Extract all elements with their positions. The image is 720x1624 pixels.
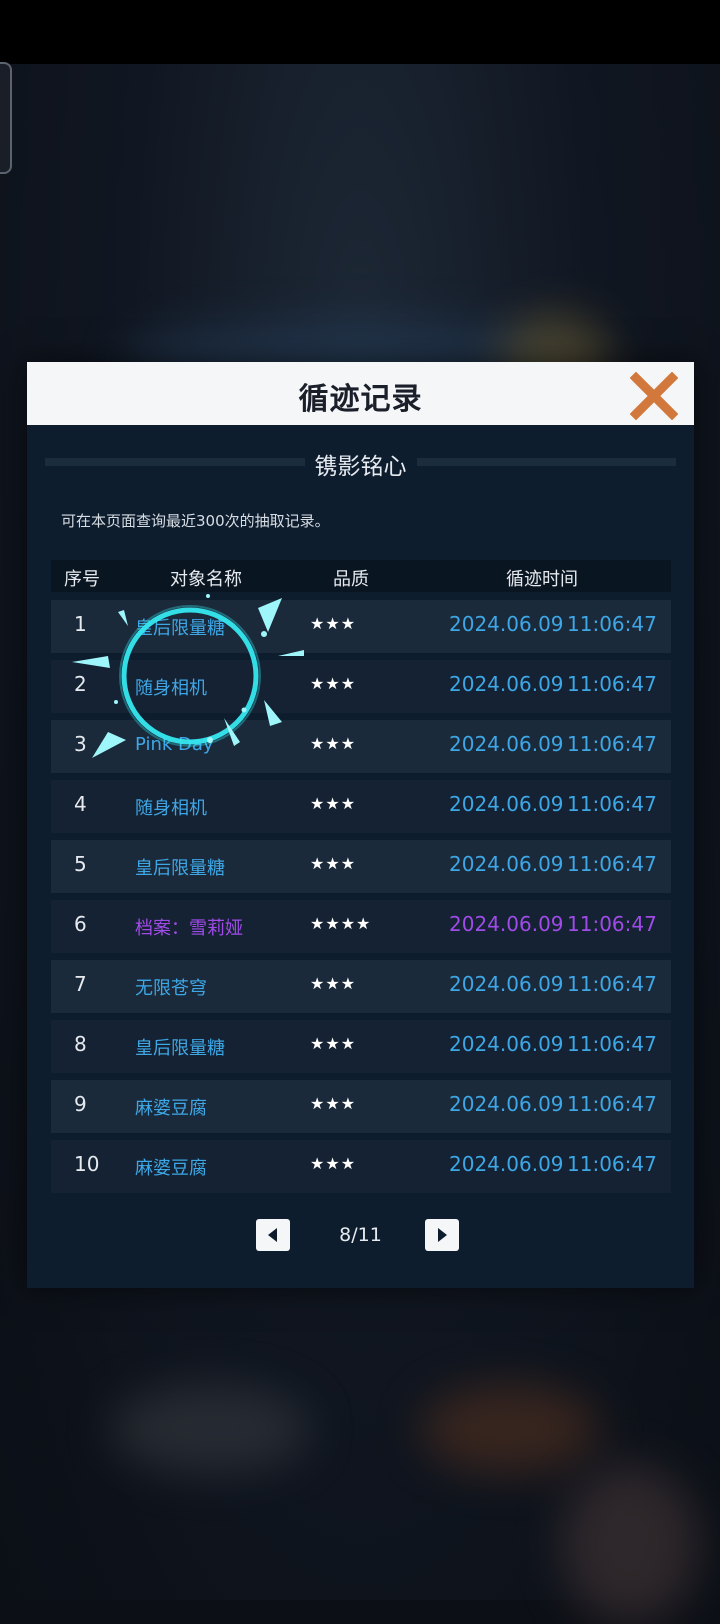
row-number: 10 xyxy=(74,1152,100,1176)
record-date: 2024.06.09 xyxy=(449,732,564,756)
next-page-button[interactable] xyxy=(425,1219,459,1251)
record-time: 11:06:47 xyxy=(567,612,657,636)
item-name: Pink Day xyxy=(135,734,214,755)
table-row: 1 皇后限量糖 ★★★ 2024.06.09 11:06:47 xyxy=(51,600,671,653)
row-number: 1 xyxy=(74,612,87,636)
record-time: 11:06:47 xyxy=(567,1152,657,1176)
record-time: 11:06:47 xyxy=(567,912,657,936)
quality-stars: ★★★ xyxy=(310,614,357,633)
dialog-header: 循迹记录 xyxy=(27,362,694,425)
record-notice: 可在本页面查询最近300次的抽取记录。 xyxy=(61,512,330,530)
item-name: 麻婆豆腐 xyxy=(135,1098,207,1119)
quality-stars: ★★★ xyxy=(310,854,357,873)
item-name: 随身相机 xyxy=(135,798,207,819)
row-number: 3 xyxy=(74,732,87,756)
item-name: 皇后限量糖 xyxy=(135,858,225,879)
row-number: 9 xyxy=(74,1092,87,1116)
row-number: 4 xyxy=(74,792,87,816)
row-number: 2 xyxy=(74,672,87,696)
dialog-title: 循迹记录 xyxy=(298,382,423,417)
side-handle xyxy=(0,62,12,174)
table-row: 9 麻婆豆腐 ★★★ 2024.06.09 11:06:47 xyxy=(51,1080,671,1133)
quality-stars: ★★★ xyxy=(310,974,357,993)
record-time: 11:06:47 xyxy=(567,672,657,696)
table-row: 3 Pink Day ★★★ 2024.06.09 11:06:47 xyxy=(51,720,671,773)
table-row: 8 皇后限量糖 ★★★ 2024.06.09 11:06:47 xyxy=(51,1020,671,1073)
status-bar xyxy=(0,0,720,64)
record-date: 2024.06.09 xyxy=(449,912,564,936)
quality-stars: ★★★ xyxy=(310,794,357,813)
col-header-time: 循迹时间 xyxy=(506,569,578,590)
item-name: 麻婆豆腐 xyxy=(135,1158,207,1179)
table-header: 序号 对象名称 品质 循迹时间 xyxy=(51,560,671,592)
record-time: 11:06:47 xyxy=(567,792,657,816)
item-name: 无限苍穹 xyxy=(135,978,207,999)
record-date: 2024.06.09 xyxy=(449,852,564,876)
record-dialog: 循迹记录 镌影铭心 可在本页面查询最近300次的抽取记录。 序号 对象名称 品质… xyxy=(27,362,694,1288)
record-date: 2024.06.09 xyxy=(449,1152,564,1176)
close-x-icon xyxy=(629,371,679,421)
record-date: 2024.06.09 xyxy=(449,1032,564,1056)
row-number: 6 xyxy=(74,912,87,936)
quality-stars: ★★★ xyxy=(310,1094,357,1113)
record-time: 11:06:47 xyxy=(567,732,657,756)
quality-stars: ★★★ xyxy=(310,1034,357,1053)
col-header-quality: 品质 xyxy=(333,569,369,590)
table-row: 4 随身相机 ★★★ 2024.06.09 11:06:47 xyxy=(51,780,671,833)
row-number: 5 xyxy=(74,852,87,876)
record-date: 2024.06.09 xyxy=(449,792,564,816)
record-time: 11:06:47 xyxy=(567,1092,657,1116)
item-name: 随身相机 xyxy=(135,678,207,699)
triangle-right-icon xyxy=(438,1228,447,1242)
row-number: 7 xyxy=(74,972,87,996)
record-date: 2024.06.09 xyxy=(449,672,564,696)
col-header-name: 对象名称 xyxy=(170,569,242,590)
col-header-no: 序号 xyxy=(64,569,100,590)
record-time: 11:06:47 xyxy=(567,852,657,876)
banner-name: 镌影铭心 xyxy=(27,447,694,481)
record-date: 2024.06.09 xyxy=(449,1092,564,1116)
item-name: 皇后限量糖 xyxy=(135,618,225,639)
record-date: 2024.06.09 xyxy=(449,612,564,636)
quality-stars: ★★★ xyxy=(310,734,357,753)
quality-stars: ★★★ xyxy=(310,674,357,693)
table-row: 5 皇后限量糖 ★★★ 2024.06.09 11:06:47 xyxy=(51,840,671,893)
quality-stars: ★★★★ xyxy=(310,914,372,933)
table-row: 7 无限苍穹 ★★★ 2024.06.09 11:06:47 xyxy=(51,960,671,1013)
record-date: 2024.06.09 xyxy=(449,972,564,996)
table-row: 10 麻婆豆腐 ★★★ 2024.06.09 11:06:47 xyxy=(51,1140,671,1193)
quality-stars: ★★★ xyxy=(310,1154,357,1173)
page-indicator: 8/11 xyxy=(339,1224,382,1246)
table-row: 6 档案：雪莉娅 ★★★★ 2024.06.09 11:06:47 xyxy=(51,900,671,953)
record-time: 11:06:47 xyxy=(567,972,657,996)
row-number: 8 xyxy=(74,1032,87,1056)
item-name: 皇后限量糖 xyxy=(135,1038,225,1059)
close-button[interactable] xyxy=(629,371,679,421)
item-name: 档案：雪莉娅 xyxy=(135,918,243,939)
record-time: 11:06:47 xyxy=(567,1032,657,1056)
table-row: 2 随身相机 ★★★ 2024.06.09 11:06:47 xyxy=(51,660,671,713)
